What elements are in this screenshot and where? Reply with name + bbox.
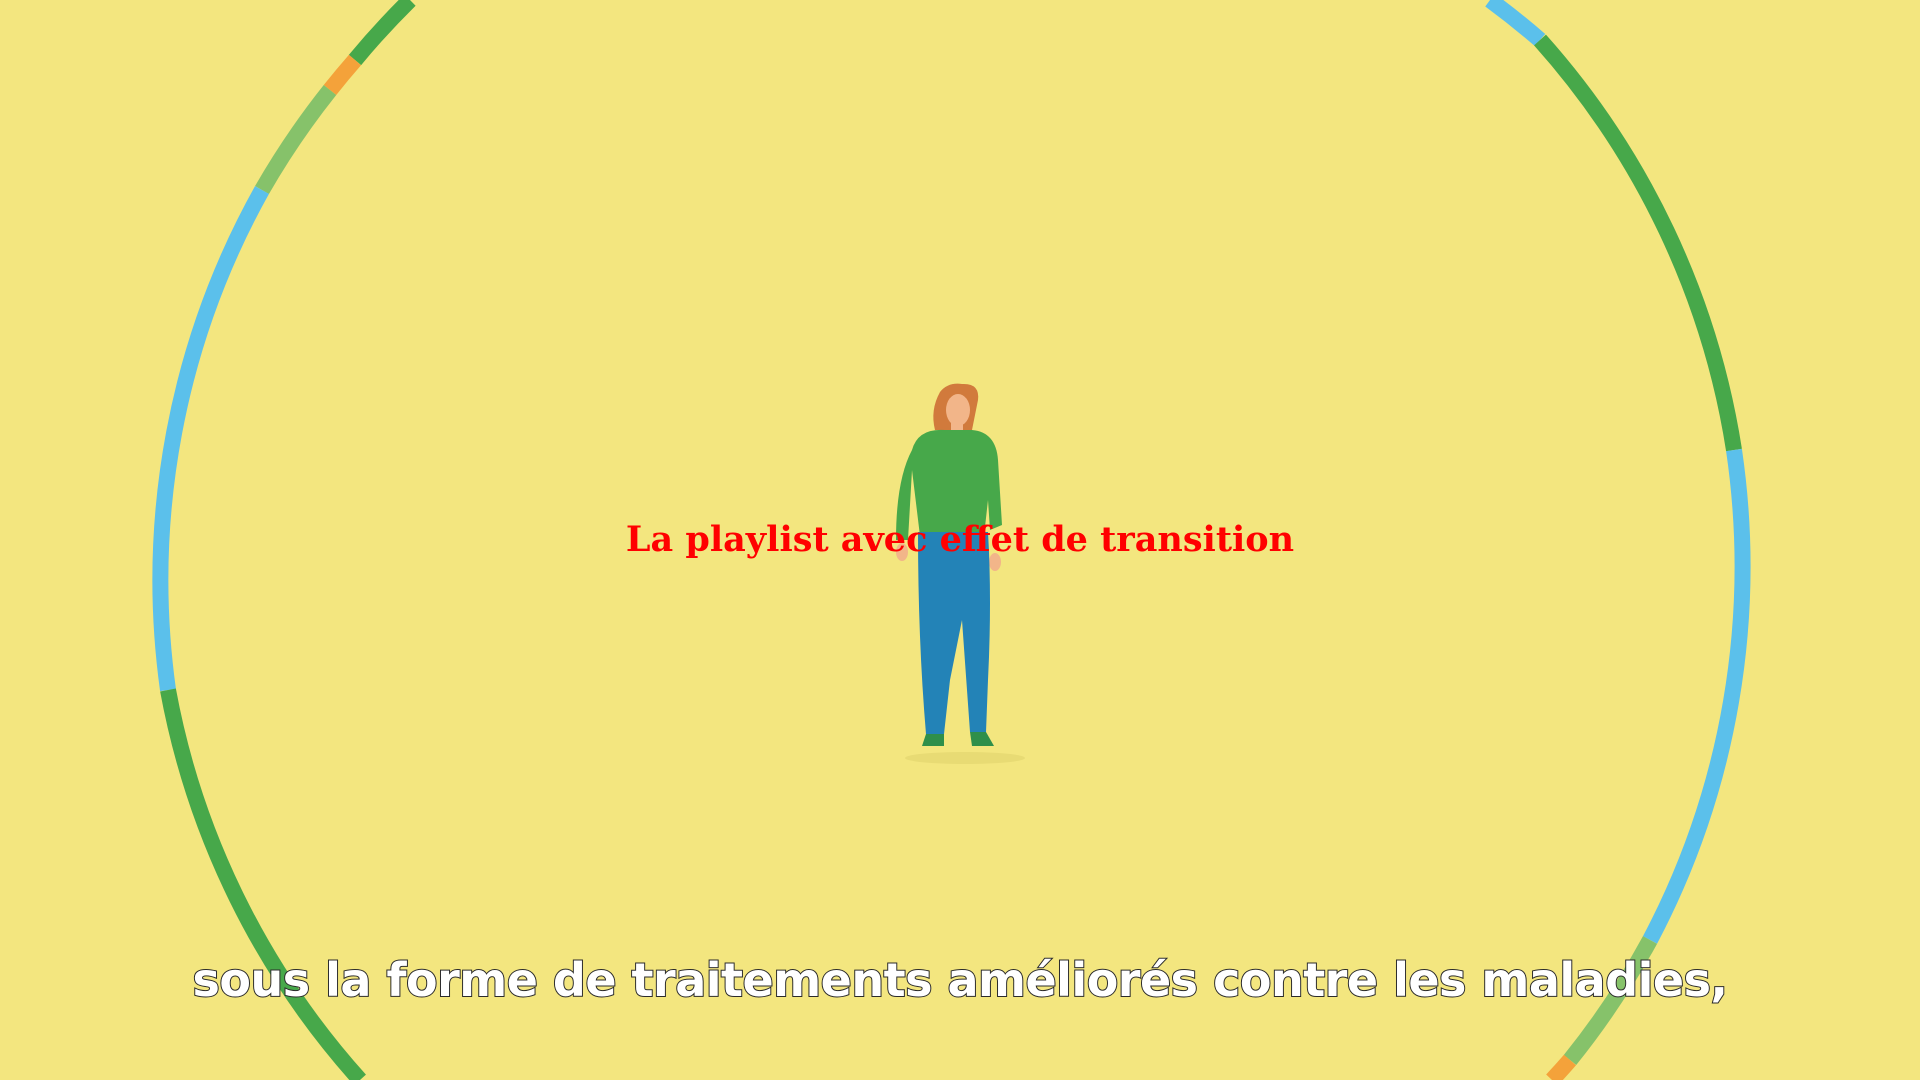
video-subtitle: sous la forme de traitements améliorés c… [192,952,1729,1008]
ring-segment [255,85,337,194]
playlist-overlay-title: La playlist avec effet de transition [625,519,1295,560]
ring-segment [1534,34,1742,452]
ring-segment [1546,1054,1577,1080]
ring-segment [152,186,269,692]
person-illustration [896,383,1025,764]
ring-segment [323,54,362,95]
video-frame[interactable]: La playlist avec effet de transition sou… [0,0,1920,1080]
ring-segment [348,0,416,66]
ring-segment [160,688,366,1080]
ring-segment [1485,0,1546,47]
